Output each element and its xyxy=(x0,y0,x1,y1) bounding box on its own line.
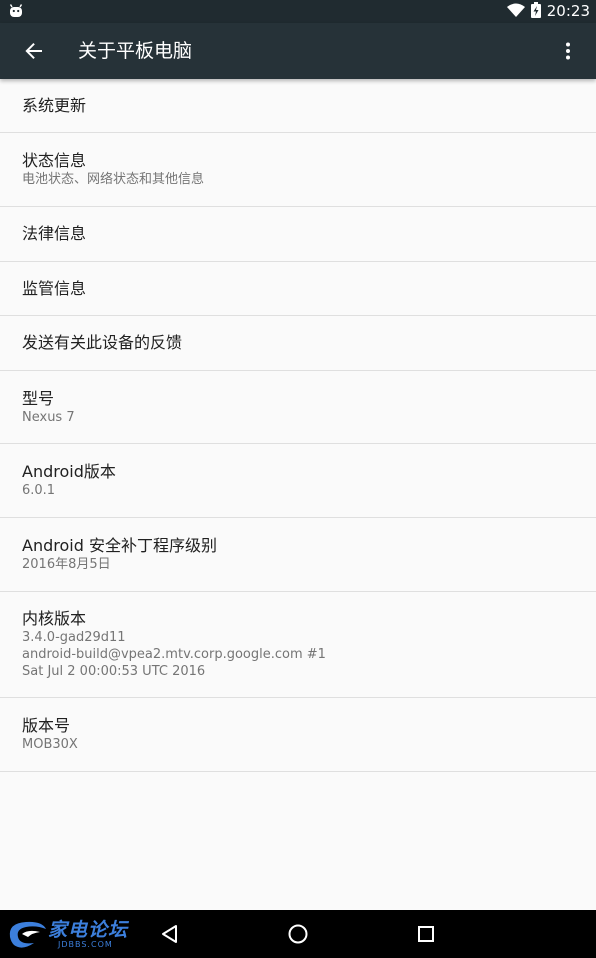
arrow-back-icon xyxy=(25,43,42,59)
list-item-title: 版本号 xyxy=(22,716,71,735)
list-item-kernel-version[interactable]: 内核版本 3.4.0-gad29d11 android-build@vpea2.… xyxy=(0,592,596,698)
home-circle-icon xyxy=(288,924,308,944)
list-item-summary: android-build@vpea2.mtv.corp.google.com … xyxy=(22,647,326,662)
list-item-title: Android 安全补丁程序级别 xyxy=(22,536,217,555)
list-item-summary: 2016年8月5日 xyxy=(22,557,111,572)
nav-recents-button[interactable] xyxy=(394,910,458,958)
nav-home-button[interactable] xyxy=(266,910,330,958)
more-vert-icon xyxy=(566,42,570,60)
status-icons: 20:23 xyxy=(506,0,590,23)
nav-back-button[interactable] xyxy=(138,910,202,958)
list-item-summary: 电池状态、网络状态和其他信息 xyxy=(22,172,205,187)
status-time: 20:23 xyxy=(546,2,590,20)
page-title: 关于平板电脑 xyxy=(78,40,193,62)
list-item-build-number[interactable]: 版本号 MOB30X xyxy=(0,698,596,772)
list-item-system-update[interactable]: 系统更新 xyxy=(0,79,596,133)
list-item-title: 内核版本 xyxy=(22,609,87,628)
watermark-logo: 家电论坛 JDBBS.COM xyxy=(6,915,136,953)
list-item-title: 发送有关此设备的反馈 xyxy=(22,333,183,352)
list-item-android-version[interactable]: Android版本 6.0.1 xyxy=(0,444,596,518)
watermark-subtext: JDBBS.COM xyxy=(58,940,113,949)
list-item-summary: 3.4.0-gad29d11 xyxy=(22,630,126,645)
battery-charging-icon xyxy=(530,1,541,22)
wifi-icon xyxy=(506,2,525,21)
list-item-summary: 6.0.1 xyxy=(22,483,56,498)
list-item-regulatory[interactable]: 监管信息 xyxy=(0,262,596,316)
list-item-summary: Nexus 7 xyxy=(22,409,75,425)
overflow-menu-button[interactable] xyxy=(550,31,586,71)
back-triangle-icon xyxy=(162,925,177,943)
list-item-status[interactable]: 状态信息 电池状态、网络状态和其他信息 xyxy=(0,133,596,207)
list-item-legal[interactable]: 法律信息 xyxy=(0,207,596,262)
list-item-feedback[interactable]: 发送有关此设备的反馈 xyxy=(0,316,596,371)
list-item-summary: Sat Jul 2 00:00:53 UTC 2016 xyxy=(22,664,206,679)
watermark-text: 家电论坛 xyxy=(48,919,129,941)
watermark-swirl-icon xyxy=(9,921,47,948)
list-item-title: 状态信息 xyxy=(22,151,87,170)
list-item-security-patch[interactable]: Android 安全补丁程序级别 2016年8月5日 xyxy=(0,518,596,592)
recents-square-icon xyxy=(418,926,434,942)
list-item-title: Android版本 xyxy=(22,462,116,481)
list-item-title: 监管信息 xyxy=(22,278,87,298)
list-item-title: 型号 xyxy=(22,388,55,408)
list-item-title: 系统更新 xyxy=(22,95,87,115)
status-bar: 20:23 xyxy=(0,0,596,23)
android-debug-icon xyxy=(8,3,24,19)
app-bar: 关于平板电脑 xyxy=(0,23,596,79)
settings-list: 系统更新 状态信息 电池状态、网络状态和其他信息 法律信息 监管信息 发送有关此… xyxy=(0,79,596,772)
navigation-bar: 家电论坛 JDBBS.COM xyxy=(0,910,596,958)
list-item-title: 法律信息 xyxy=(22,224,87,243)
list-item-summary: MOB30X xyxy=(22,737,78,752)
back-button[interactable] xyxy=(14,31,54,71)
list-item-model[interactable]: 型号 Nexus 7 xyxy=(0,371,596,444)
